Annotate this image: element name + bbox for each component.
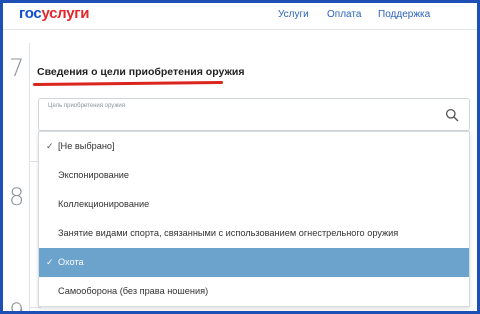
purpose-select-field[interactable]: Цель приобретения оружия <box>38 98 470 131</box>
nav-link-services[interactable]: Услуги <box>278 9 309 21</box>
step-number-8: 8 <box>9 183 25 211</box>
option-not-selected[interactable]: ✓ [Не выбрано] <box>39 132 469 161</box>
option-label: Занятие видами спорта, связанными с испо… <box>58 228 399 238</box>
option-exhibiting[interactable]: Экспонирование <box>39 161 469 190</box>
option-sport[interactable]: Занятие видами спорта, связанными с испо… <box>39 219 469 248</box>
option-label: Самооборона (без права ношения) <box>58 286 209 296</box>
gosuslugi-logo[interactable]: госуслуги <box>19 5 89 23</box>
option-label: Охота <box>58 257 84 267</box>
step-number-9: 9 <box>9 298 25 314</box>
step-number-7: 7 <box>9 54 25 82</box>
steps-gutter-line <box>29 43 30 311</box>
header-divider <box>3 29 477 30</box>
option-label: Экспонирование <box>58 170 130 180</box>
step-divider <box>29 307 41 308</box>
check-icon: ✓ <box>46 141 54 151</box>
select-label: Цель приобретения оружия <box>48 103 125 109</box>
logo-part-uslugi: услуги <box>41 5 90 22</box>
logo-part-gos: гос <box>19 5 42 22</box>
option-label: Коллекционирование <box>58 199 150 209</box>
option-label: [Не выбрано] <box>58 141 115 151</box>
purpose-dropdown-list: ✓ [Не выбрано] Экспонирование Коллекцион… <box>38 131 470 307</box>
nav-link-payment[interactable]: Оплата <box>327 9 361 21</box>
annotation-underline <box>32 81 224 86</box>
option-collecting[interactable]: Коллекционирование <box>39 190 469 219</box>
option-self-defense[interactable]: Самооборона (без права ношения) <box>39 277 469 306</box>
nav-link-support[interactable]: Поддержка <box>378 9 430 21</box>
screenshot-frame: госуслуги Услуги Оплата Поддержка 7 8 9 … <box>0 0 480 314</box>
option-hunting[interactable]: ✓ Охота <box>39 248 469 277</box>
section-title: Сведения о цели приобретения оружия <box>37 66 245 78</box>
check-icon: ✓ <box>46 257 54 267</box>
search-icon[interactable] <box>445 108 459 122</box>
top-header: госуслуги Услуги Оплата Поддержка <box>3 3 477 29</box>
